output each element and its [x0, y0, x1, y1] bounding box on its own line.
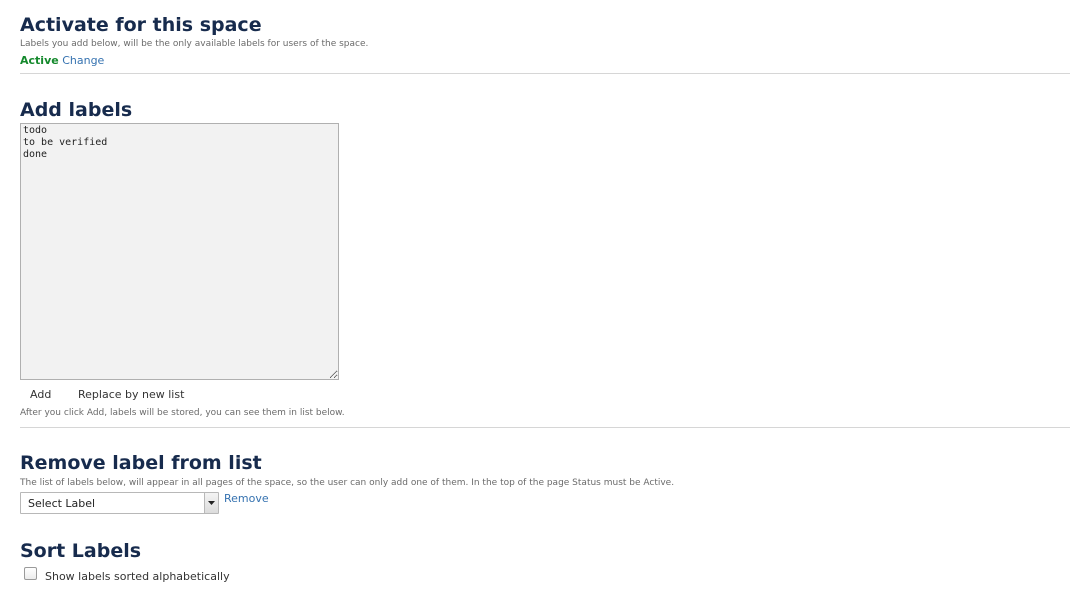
divider [20, 73, 1070, 74]
activation-status-line: Active Change [20, 54, 104, 67]
remove-label-section-title: Remove label from list [20, 452, 262, 474]
remove-label-description: The list of labels below, will appear in… [20, 478, 675, 488]
add-button[interactable]: Add [30, 388, 51, 401]
labels-textarea[interactable] [20, 123, 339, 380]
status-active-text: Active [20, 54, 59, 67]
chevron-down-icon [204, 493, 218, 513]
select-label-dropdown[interactable]: Select Label [20, 492, 219, 514]
select-label-value: Select Label [28, 497, 96, 510]
change-status-link[interactable]: Change [62, 54, 104, 67]
add-labels-section-title: Add labels [20, 99, 133, 121]
sort-labels-section-title: Sort Labels [20, 540, 142, 562]
label-settings-page: Activate for this space Labels you add b… [0, 0, 1070, 609]
replace-list-button[interactable]: Replace by new list [78, 388, 184, 401]
sort-alphabetically-checkbox[interactable] [24, 567, 37, 580]
divider [20, 427, 1070, 428]
activate-description: Labels you add below, will be the only a… [20, 39, 369, 49]
remove-label-link[interactable]: Remove [224, 492, 269, 505]
add-labels-hint: After you click Add, labels will be stor… [20, 408, 345, 418]
activate-section-title: Activate for this space [20, 14, 262, 36]
sort-alphabetically-label[interactable]: Show labels sorted alphabetically [45, 570, 230, 583]
